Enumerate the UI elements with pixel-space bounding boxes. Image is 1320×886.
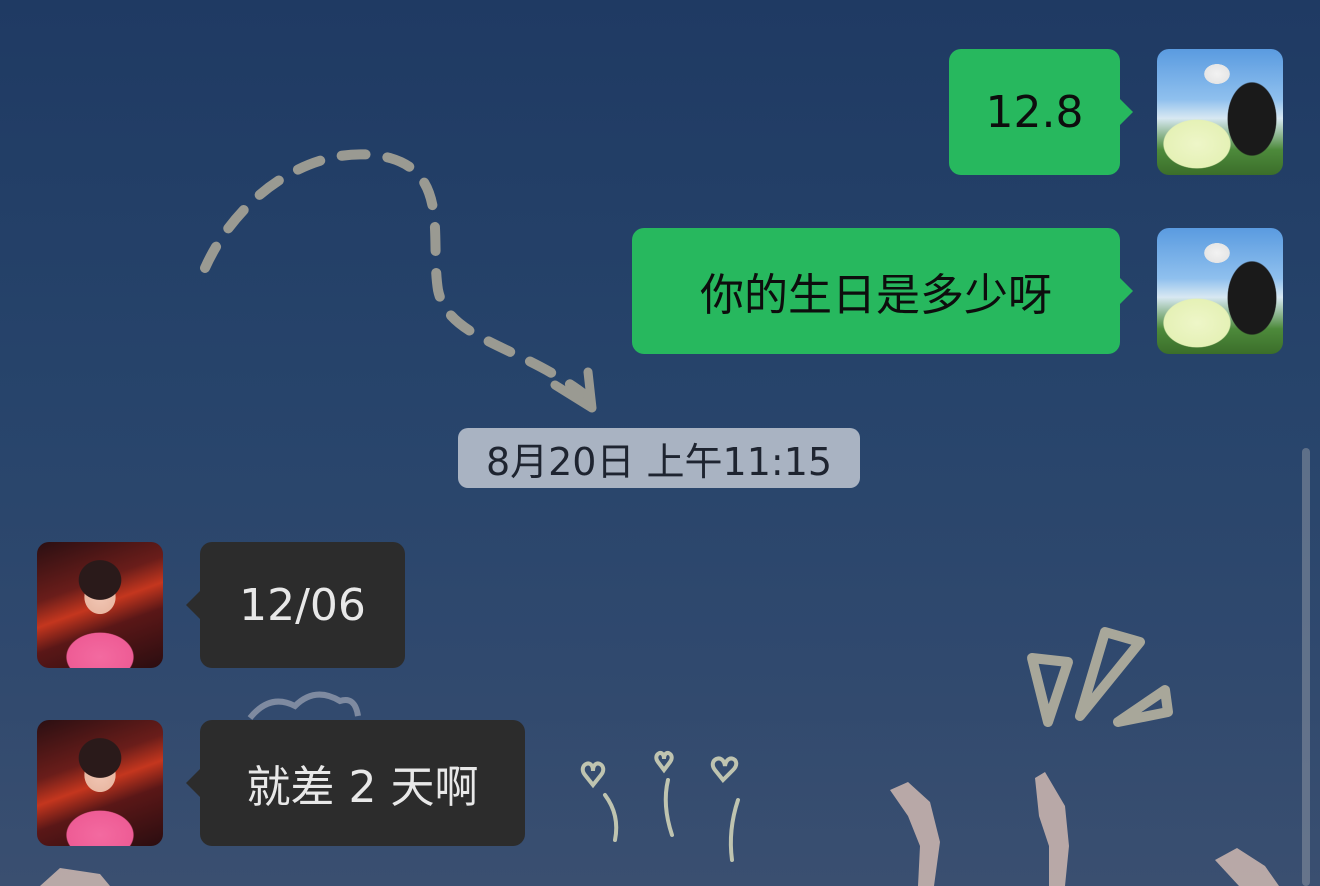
contact-avatar[interactable] xyxy=(37,542,163,668)
bubble-tail xyxy=(1119,277,1133,305)
message-text: 就差 2 天啊 xyxy=(246,762,479,813)
message-text: 你的生日是多少呀 xyxy=(700,270,1052,321)
timestamp-chip: 8月20日 上午11:15 xyxy=(458,428,860,488)
dashed-arrow-doodle xyxy=(200,149,590,400)
incoming-message-bubble[interactable]: 12/06 xyxy=(200,542,405,668)
my-avatar[interactable] xyxy=(1157,228,1283,354)
contact-avatar[interactable] xyxy=(37,720,163,846)
sparkle-doodle xyxy=(1027,627,1173,727)
bubble-tail xyxy=(1119,98,1133,126)
outgoing-message-bubble[interactable]: 你的生日是多少呀 xyxy=(632,228,1120,354)
incoming-message-bubble[interactable]: 就差 2 天啊 xyxy=(200,720,525,846)
message-text: 12/06 xyxy=(239,579,366,631)
outgoing-message-bubble[interactable]: 12.8 xyxy=(949,49,1120,175)
message-text: 12.8 xyxy=(985,86,1084,138)
hearts-doodle xyxy=(580,751,740,862)
cloud-doodle xyxy=(247,691,361,720)
scrollbar[interactable] xyxy=(1302,448,1310,886)
bubble-tail xyxy=(186,769,200,797)
bubble-tail xyxy=(186,591,200,619)
my-avatar[interactable] xyxy=(1157,49,1283,175)
